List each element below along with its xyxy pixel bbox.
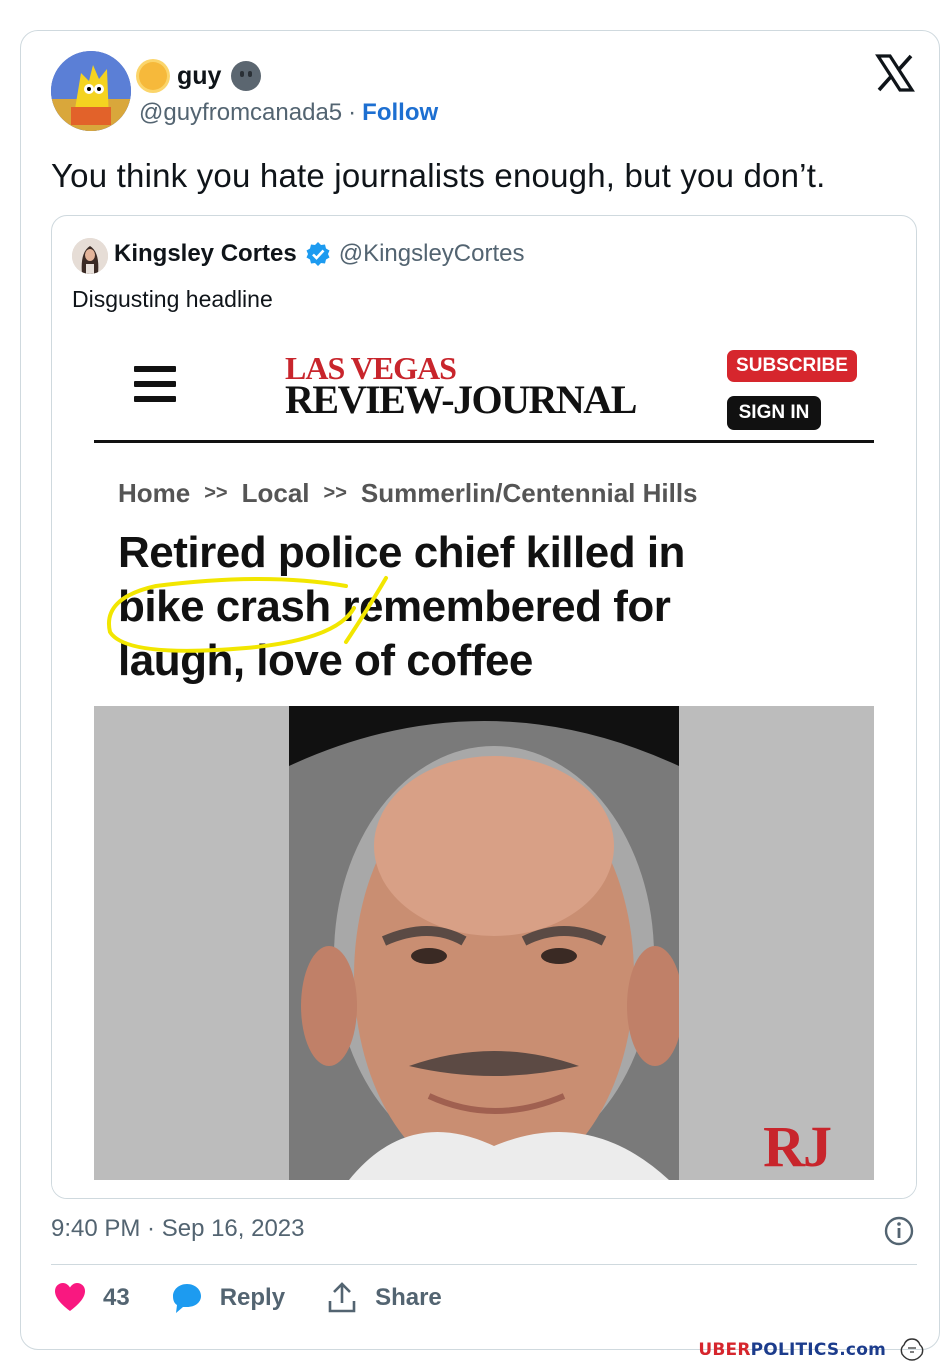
like-button[interactable]: 43 [53,1281,130,1315]
handle-separator: · [348,99,357,126]
info-icon[interactable] [883,1215,915,1247]
hamburger-menu-icon [134,366,176,402]
man-portrait-photo [289,706,679,1180]
tweet-text: You think you hate journalists enough, b… [51,157,826,194]
masthead-divider [94,440,874,443]
verified-badge-icon [306,242,330,266]
eagle-icon [900,1338,924,1361]
breadcrumb-home: Home [118,478,191,508]
masthead-bottom: REVIEW-JOURNAL [285,377,637,422]
breadcrumb-separator: >> [204,482,228,504]
highlight-circle-annotation [107,576,388,653]
quoted-user-avatar[interactable] [72,238,108,274]
reply-label: Reply [219,1284,286,1311]
watermark-uber: UBER [698,1340,751,1360]
breadcrumb-separator: >> [323,482,347,504]
reply-button[interactable]: Reply [170,1281,285,1315]
breadcrumb-local: Local [241,478,310,508]
rj-logo: RJ [763,1114,832,1179]
x-logo-icon[interactable] [875,53,915,93]
display-name[interactable]: guy [177,62,221,91]
quoted-tweet[interactable]: Kingsley Cortes @KingsleyCortes Disgusti… [51,215,917,1199]
article-photo-area: RJ [94,706,874,1180]
site-watermark: UBERPOLITICS.com [698,1340,886,1360]
tweet-actions: 43 Reply Share [53,1281,482,1315]
tweet-timestamp[interactable]: 9:40 PM · Sep 16, 2023 [51,1215,305,1243]
sign-in-button: SIGN IN [727,396,821,430]
quoted-tweet-text: Disgusting headline [72,286,273,312]
share-label: Share [375,1284,442,1311]
quoted-display-name[interactable]: Kingsley Cortes [114,240,297,268]
user-avatar[interactable] [51,51,131,131]
sun-emoji-icon [139,62,167,90]
divider [51,1264,917,1265]
breadcrumb-section: Summerlin/Centennial Hills [360,478,698,508]
news-screenshot-image[interactable]: LAS VEGAS REVIEW-JOURNAL SUBSCRIBE SIGN … [52,336,916,1198]
share-button[interactable]: Share [325,1281,442,1315]
breadcrumb: Home >> Local >> Summerlin/Centennial Hi… [118,478,698,509]
user-handle[interactable]: @guyfromcanada5 [139,99,342,127]
face-emoji-icon [231,61,262,91]
quoted-user-handle[interactable]: @KingsleyCortes [339,240,525,268]
speech-bubble-icon [172,1284,201,1313]
watermark-politics: POLITICS.com [750,1340,886,1360]
like-count: 43 [103,1284,130,1311]
share-icon [328,1282,356,1313]
subscribe-button: SUBSCRIBE [727,350,857,382]
follow-button[interactable]: Follow [362,99,438,127]
tweet-card: guy @guyfromcanada5 · Follow You think y… [20,30,940,1350]
heart-icon [55,1283,85,1311]
